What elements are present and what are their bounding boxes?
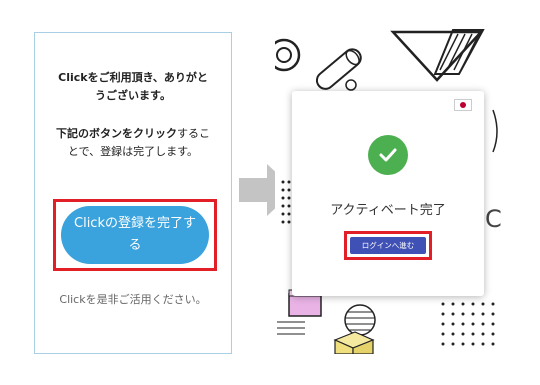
email-heading: Clickをご利用頂き、ありがとうございます。 xyxy=(58,71,208,102)
instruction-bold-text: 下記のボタンをクリック xyxy=(56,127,177,140)
proceed-to-login-button[interactable]: ログインへ進む xyxy=(350,237,426,254)
checkmark-icon xyxy=(368,135,408,175)
background-letter: C xyxy=(485,205,502,233)
app-activation-screen: C アクティベート完了 ログインへ進む xyxy=(275,22,503,354)
email-footer: Clickを是非ご活用ください。 xyxy=(59,293,207,306)
email-instruction: 下記のボタンをクリックすることで、登録は完了します。 xyxy=(35,125,231,161)
complete-registration-button[interactable]: Clickの登録を完了する xyxy=(61,206,209,264)
cta-highlight-box: Clickの登録を完了する xyxy=(53,199,217,271)
activation-complete-modal: アクティベート完了 ログインへ進む xyxy=(292,91,484,296)
japan-flag-icon[interactable] xyxy=(454,99,472,111)
activation-email-panel: Clickをご利用頂き、ありがとうございます。 下記のボタンをクリックすることで… xyxy=(34,32,232,354)
login-highlight-box: ログインへ進む xyxy=(344,231,432,260)
modal-title: アクティベート完了 xyxy=(330,203,446,218)
